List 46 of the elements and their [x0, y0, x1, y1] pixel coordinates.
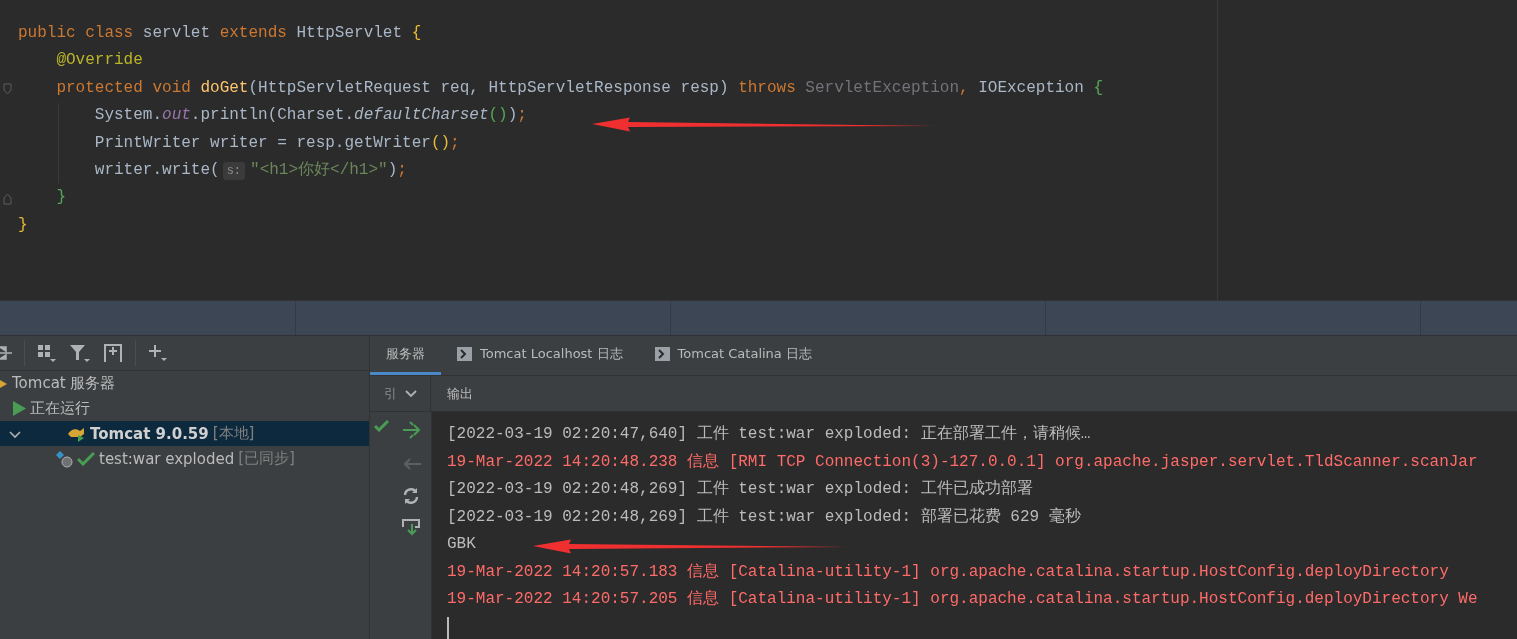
- log-line: 19-Mar-2022 14:20:48.238 信息 [RMI TCP Connection(3)-127.0.0.1] org.apache.jasper.servlet.TldScanner.scanJar: [447, 451, 1478, 473]
- add-frame-icon[interactable]: [103, 343, 123, 363]
- console-icon: [457, 347, 472, 361]
- selector-dropdown[interactable]: 引: [370, 376, 431, 411]
- play-icon: [13, 401, 26, 416]
- artifact-icon: [55, 449, 73, 468]
- log-line: [2022-03-19 02:20:48,269] 工件 test:war exploded: 部署已花费 629 毫秒: [447, 506, 1081, 528]
- chevron-icon: [404, 389, 417, 398]
- check-icon: [374, 420, 389, 432]
- tree-tag: [本地]: [212, 424, 255, 443]
- text-cursor: [447, 616, 449, 639]
- check-icon: [77, 451, 95, 466]
- collapse-icon[interactable]: [0, 345, 12, 361]
- add-icon[interactable]: [148, 343, 168, 363]
- tree-item[interactable]: Tomcat 服务器: [0, 371, 369, 396]
- tab[interactable]: Tomcat Localhost 日志: [441, 336, 639, 375]
- tree-item[interactable]: test:war exploded [已同步]: [0, 446, 369, 471]
- group-icon[interactable]: [37, 343, 57, 363]
- console-icon: [654, 347, 670, 361]
- deploy-icon[interactable]: [402, 420, 422, 440]
- download-icon[interactable]: [402, 518, 420, 536]
- code-line: public class servlet extends HttpServlet {: [18, 23, 422, 44]
- tree-tag: [已同步]: [238, 449, 295, 468]
- code-line: @Override: [55, 50, 143, 72]
- code-line: PrintWriter writer = resp.getWriter();: [93, 132, 460, 154]
- code-line: protected void doGet(HttpServletRequest req, HttpServletResponse resp) throws ServletException, IOException {: [55, 77, 1103, 99]
- tree-item[interactable]: 正在运行: [0, 396, 369, 421]
- tree-label: Tomcat 服务器: [12, 374, 116, 393]
- log-line: 19-Mar-2022 14:20:57.205 信息 [Catalina-utility-1] org.apache.catalina.startup.HostConfig.deployDirectory We: [447, 589, 1478, 610]
- tree-label: 正在运行: [30, 399, 90, 418]
- code-line: }: [55, 187, 66, 209]
- chevron-icon[interactable]: [9, 428, 21, 440]
- refresh-icon[interactable]: [402, 487, 420, 505]
- tree-label: test:war exploded: [99, 449, 235, 468]
- code-line: System.out.println(Charset.defaultCharset());: [93, 105, 527, 127]
- log-line: 19-Mar-2022 14:20:57.183 信息 [Catalina-utility-1] org.apache.catalina.startup.HostConfig.deployDirectory: [447, 561, 1449, 583]
- log-line: [2022-03-19 02:20:48,269] 工件 test:war exploded: 工件已成功部署: [447, 479, 1033, 500]
- code-line: writer.write( s: "<h1>你好</h1>");: [93, 159, 407, 182]
- output-header: 输出: [447, 384, 473, 403]
- log-line: GBK: [447, 534, 476, 555]
- tab[interactable]: Tomcat Catalina 日志: [638, 336, 828, 375]
- tree-label: Tomcat 9.0.59: [90, 424, 209, 443]
- code-line: }: [18, 214, 28, 236]
- log-line: [2022-03-19 02:20:47,640] 工件 test:war exploded: 正在部署工件，请稍候…: [447, 424, 1091, 445]
- filter-icon[interactable]: [69, 343, 91, 363]
- tree-item[interactable]: Tomcat 9.0.59 [本地]: [0, 421, 369, 446]
